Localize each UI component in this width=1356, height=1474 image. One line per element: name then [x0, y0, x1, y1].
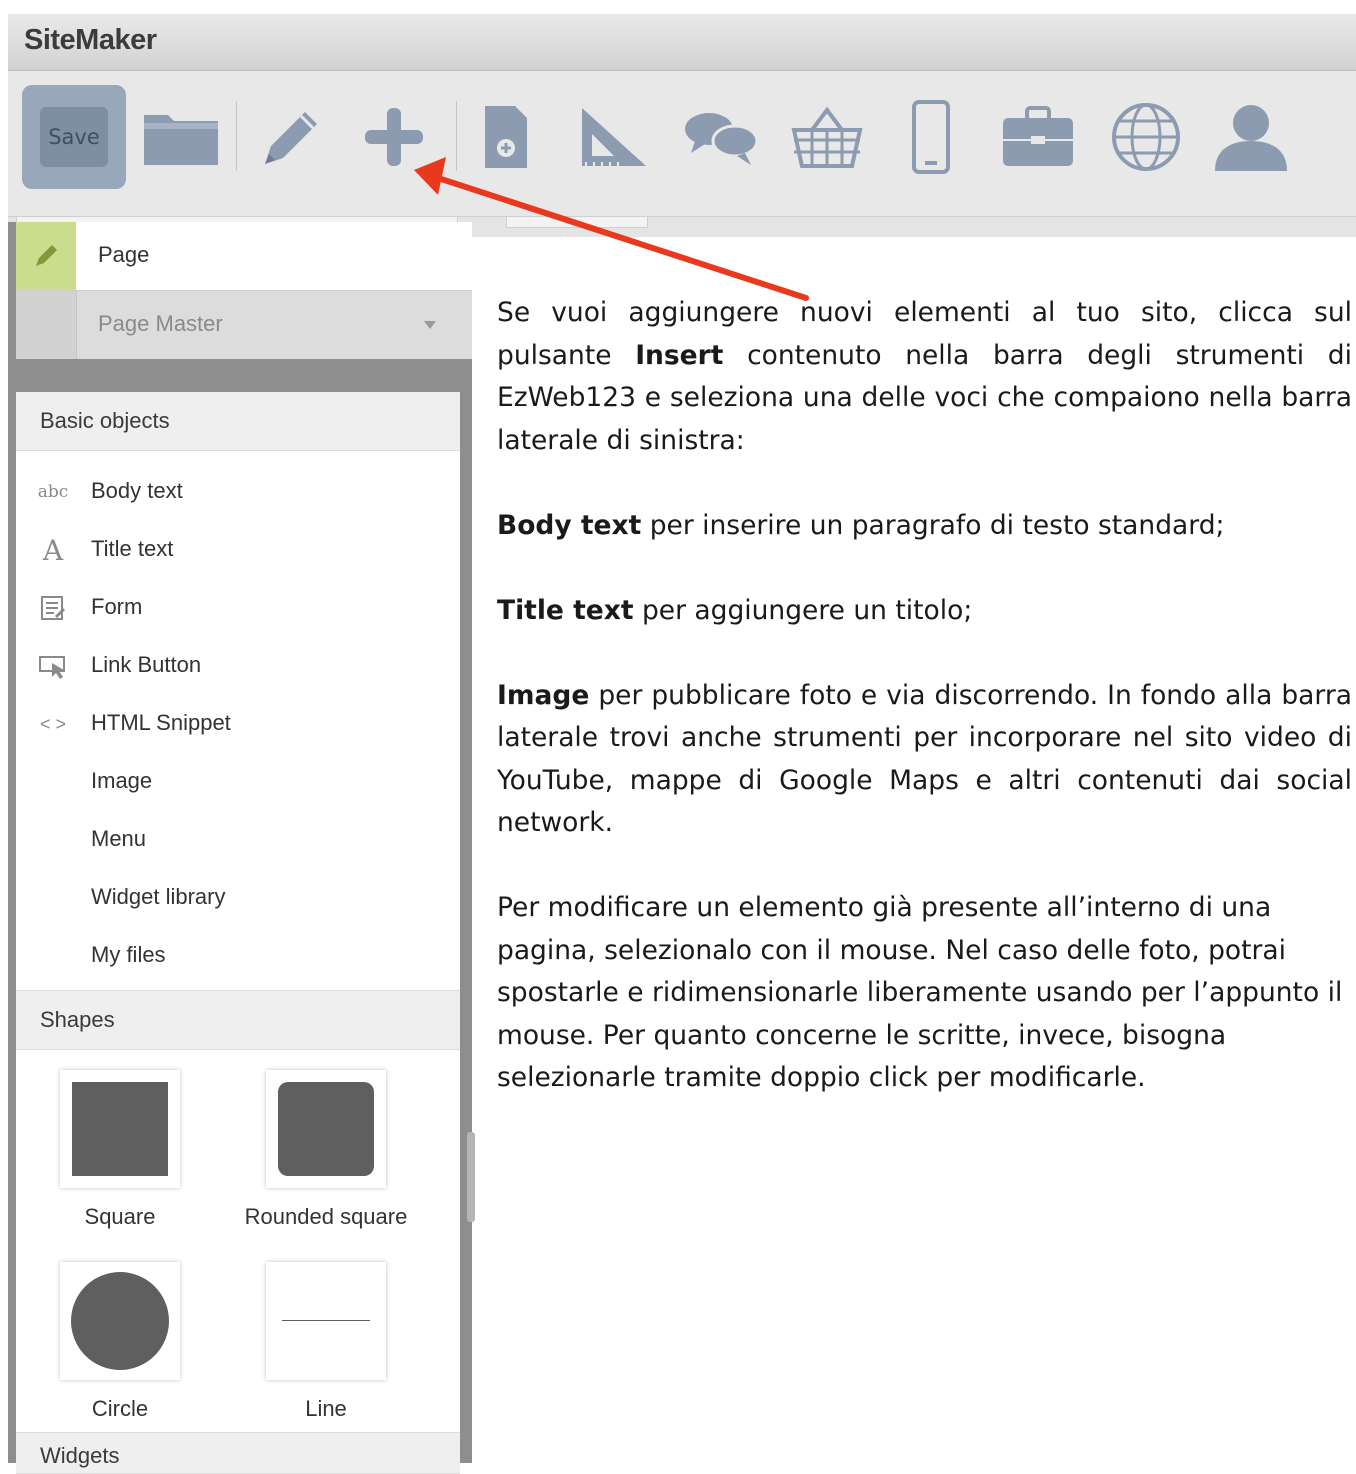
item-label: Widget library [91, 884, 226, 909]
page-selector[interactable]: Page [16, 222, 472, 290]
shape-preview [266, 1070, 386, 1188]
form-icon [36, 594, 70, 622]
item-title-text[interactable]: A Title text [16, 524, 460, 576]
item-widget-library[interactable]: Widget library [16, 872, 460, 924]
item-my-files[interactable]: My files [16, 930, 460, 982]
section-title: Widgets [40, 1443, 120, 1468]
item-body-text[interactable]: abc Body text [16, 466, 460, 518]
paragraph-body-text: Body text per inserire un paragrafo di t… [497, 505, 1352, 548]
item-label: Menu [91, 826, 147, 851]
page-master-dropdown[interactable]: Page Master [16, 290, 472, 359]
paragraph-edit: Per modificare un elemento già presente … [497, 892, 1343, 1093]
text: per aggiungere un titolo; [633, 594, 973, 626]
shape-label: Line [305, 1396, 347, 1421]
section-header-basic-objects: Basic objects [16, 392, 460, 451]
item-label: My files [91, 942, 166, 967]
bold-text: Insert [635, 339, 724, 371]
master-row-gutter [16, 291, 77, 359]
item-menu[interactable]: Menu [16, 814, 460, 866]
bold-text: Title text [497, 594, 634, 626]
section-title: Basic objects [40, 408, 170, 433]
shape-preview [266, 1262, 386, 1380]
text: per inserire un paragrafo di testo stand… [641, 509, 1225, 541]
line-shape [282, 1320, 370, 1321]
circle-shape [71, 1272, 169, 1370]
code-icon: < > [39, 713, 67, 734]
paragraph-insert: Se vuoi aggiungere nuovi elementi al tuo… [497, 292, 1352, 462]
shape-preview [60, 1262, 180, 1380]
insert-panel: Basic objects abc Body text A Title text… [16, 392, 460, 1474]
shape-label: Circle [91, 1396, 149, 1421]
article-text: Se vuoi aggiungere nuovi elementi al tuo… [497, 292, 1352, 1142]
item-label: Image [91, 768, 153, 793]
sidebar: Page Page Master Basic objects abc Body … [8, 222, 472, 1474]
bold-text: Body text [497, 509, 642, 541]
item-label: Form [91, 594, 143, 619]
save-disk-icon: Save [40, 107, 108, 167]
shape-preview [60, 1070, 180, 1188]
toolbar-separator [236, 101, 237, 171]
item-form[interactable]: Form [16, 582, 460, 634]
link-button-icon [36, 652, 70, 680]
section-header-shapes: Shapes [16, 990, 460, 1050]
square-shape [72, 1082, 168, 1176]
shape-label: Square [84, 1204, 156, 1229]
item-label: Link Button [91, 652, 202, 677]
set-square-icon[interactable] [574, 85, 654, 189]
item-image[interactable]: Image [16, 756, 460, 808]
shape-label: Rounded square [244, 1204, 408, 1229]
title-a-icon: A [42, 533, 64, 567]
item-label: Title text [91, 536, 174, 561]
rounded-square-shape [278, 1082, 374, 1176]
globe-icon[interactable] [1106, 85, 1186, 189]
item-html-snippet[interactable]: < > HTML Snippet [16, 698, 460, 750]
toolbar: Save [8, 71, 1356, 217]
field-placeholder [506, 217, 648, 228]
paragraph-title-text: Title text per aggiungere un titolo; [497, 590, 1352, 633]
bold-text: Image [497, 679, 590, 711]
dropdown-arrow-icon [424, 321, 436, 329]
item-label: HTML Snippet [91, 710, 231, 735]
chat-bubbles-icon[interactable] [680, 85, 764, 189]
text: per pubblicare foto e via discorrendo. I… [497, 679, 1352, 839]
pencil-icon [16, 222, 76, 290]
section-title: Shapes [40, 1007, 115, 1032]
save-label: Save [48, 125, 100, 149]
app-title: SiteMaker [24, 24, 157, 56]
page-label: Page [98, 242, 150, 267]
briefcase-icon[interactable] [998, 85, 1078, 189]
sidebar-resize-handle[interactable] [467, 1132, 475, 1222]
item-label: Body text [91, 478, 183, 503]
mobile-icon[interactable] [906, 85, 956, 189]
basket-icon[interactable] [786, 85, 868, 189]
save-button[interactable]: Save [22, 85, 126, 189]
item-link-button[interactable]: Link Button [16, 640, 460, 692]
page-add-icon[interactable] [476, 85, 536, 189]
pen-icon[interactable] [252, 85, 332, 189]
toolbar-separator [456, 101, 457, 171]
title-bar: SiteMaker [8, 14, 1356, 71]
paragraph-image: Image per pubblicare foto e via discorre… [497, 675, 1352, 845]
folder-icon[interactable] [140, 85, 222, 189]
abc-icon: abc [37, 482, 69, 502]
plus-icon[interactable] [356, 85, 432, 189]
user-icon[interactable] [1208, 85, 1294, 189]
page-master-label: Page Master [98, 311, 223, 336]
section-header-widgets: Widgets [16, 1432, 460, 1474]
